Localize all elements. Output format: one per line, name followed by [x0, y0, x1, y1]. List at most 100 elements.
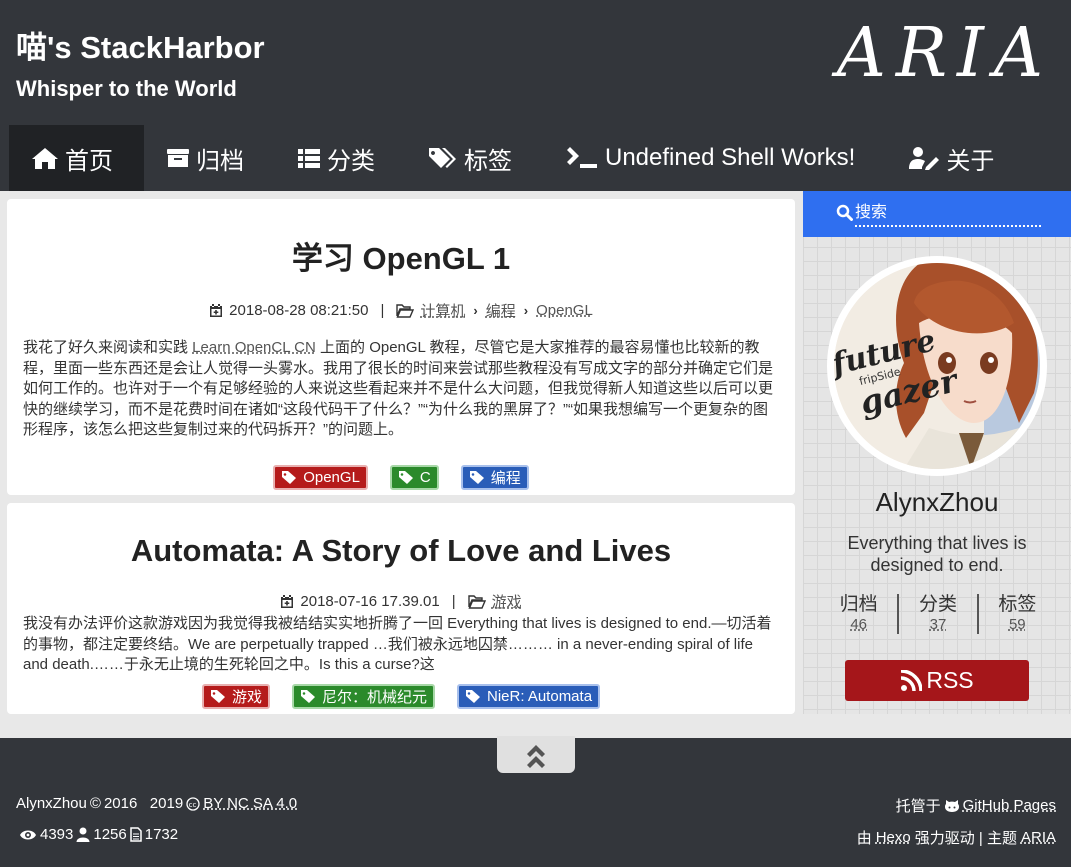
tag-icon	[398, 470, 413, 484]
back-to-top-button[interactable]	[497, 736, 575, 773]
author-name: AlynxZhou	[875, 487, 999, 517]
nav-item-about[interactable]: 关于	[886, 125, 1025, 191]
tags-icon	[429, 148, 456, 168]
rss-button[interactable]: RSS	[845, 660, 1029, 701]
post-tags: OpenGL C 编程	[7, 464, 795, 490]
post-meta: 2018-07-16 17.39.01 | 游戏	[7, 591, 795, 612]
file-icon	[130, 827, 142, 842]
post-card: 学习 OpenGL 1 2018-08-28 08:21:50 | 计算机 › …	[7, 199, 795, 495]
posts-count: 1732	[144, 826, 179, 843]
post-card: Automata: A Story of Love and Lives 2018…	[7, 503, 795, 714]
nav-item-label: 归档	[196, 147, 244, 175]
category-link[interactable]: OpenGL	[536, 302, 593, 319]
nav-item-label: 首页	[65, 147, 113, 175]
avatar-illustration: future gazer fripSide	[834, 263, 1040, 469]
tag-badge[interactable]: C	[389, 464, 439, 490]
tag-badge[interactable]: OpenGL	[273, 464, 368, 490]
tag-label: NieR: Automata	[486, 687, 593, 705]
folder-open-icon	[396, 303, 415, 318]
post-date: 2018-08-28 08:21:50	[229, 302, 369, 319]
user-edit-icon	[909, 147, 940, 170]
stat-categories[interactable]: 分类 37	[899, 594, 979, 634]
nav-item-label: Undefined Shell Works!	[605, 144, 856, 171]
copyright-icon: ©	[89, 795, 101, 812]
tag-label: 编程	[490, 469, 521, 487]
eye-icon	[20, 830, 36, 839]
site-header: 喵's StackHarbor Whisper to the World ARI…	[0, 0, 1071, 125]
search-input[interactable]	[855, 201, 1041, 227]
folder-open-icon	[467, 594, 486, 609]
tag-icon	[282, 470, 297, 484]
list-icon	[298, 149, 320, 168]
post-excerpt: 我没有办法评价这款游戏因为我觉得我被结结实实地折腾了一回 Everything …	[23, 615, 772, 673]
main-nav: 首页 归档 分类 标签 Undefined Shell Works! 关于	[0, 125, 1071, 191]
site-subtitle: Whisper to the World	[16, 76, 237, 101]
excerpt-link[interactable]: Learn OpenCL CN	[192, 339, 316, 356]
tag-icon	[469, 470, 484, 484]
nav-item-archive[interactable]: 归档	[144, 125, 275, 191]
stat-count: 59	[1008, 616, 1026, 633]
theme-link[interactable]: ARIA	[1021, 829, 1056, 846]
stat-label: 归档	[839, 594, 878, 615]
category-link[interactable]: 编程	[486, 300, 516, 321]
chevron-right-icon: ›	[523, 303, 529, 318]
chevron-right-icon: ›	[473, 303, 478, 318]
hosted-line: 托管于 GitHub Pages	[896, 795, 1056, 816]
post-meta: 2018-08-28 08:21:50 | 计算机 › 编程 › OpenGL	[7, 300, 795, 321]
github-pages-link[interactable]: GitHub Pages	[963, 797, 1056, 814]
tag-icon	[210, 689, 225, 703]
post-list: 学习 OpenGL 1 2018-08-28 08:21:50 | 计算机 › …	[0, 191, 803, 714]
site-title[interactable]: 喵's StackHarbor	[16, 22, 265, 67]
nav-item-home[interactable]: 首页	[9, 125, 144, 191]
tag-label: 游戏	[231, 688, 262, 706]
search-icon	[836, 204, 853, 221]
post-excerpt: 我花了好久来阅读和实践 Learn OpenCL CN 上面的 OpenGL 教…	[23, 338, 779, 441]
home-icon	[32, 148, 58, 169]
post-title[interactable]: Automata: A Story of Love and Lives	[7, 533, 795, 569]
calendar-plus-icon	[210, 304, 223, 317]
tag-label: OpenGL	[303, 468, 360, 486]
github-icon	[944, 799, 959, 812]
nav-item-categories[interactable]: 分类	[275, 125, 406, 191]
hosted-prefix: 托管于	[895, 798, 941, 815]
hexo-link[interactable]: Hexo	[876, 829, 911, 846]
excerpt-text: 我花了好久来阅读和实践	[23, 339, 193, 356]
tag-label: C	[419, 468, 431, 486]
svg-text:cc: cc	[189, 801, 197, 809]
stat-count: 37	[929, 616, 947, 633]
nav-item-shell-works[interactable]: Undefined Shell Works!	[543, 125, 886, 191]
post-title[interactable]: 学习 OpenGL 1	[7, 233, 795, 278]
nav-item-label: 标签	[464, 147, 512, 175]
cc-icon: cc	[186, 796, 200, 811]
nav-item-label: 关于	[946, 147, 995, 175]
visit-stats: 4393 1256 1732	[19, 826, 178, 843]
author-description: Everything that lives is designed to end…	[847, 533, 1027, 575]
category-link[interactable]: 游戏	[492, 591, 522, 612]
stat-label: 标签	[998, 594, 1037, 615]
user-icon	[76, 827, 90, 842]
double-chevron-up-icon	[527, 744, 545, 768]
theme-logo: ARIA	[836, 14, 1053, 93]
tag-badge[interactable]: 游戏	[201, 683, 270, 709]
powered-line: 由 Hexo 强力驱动 | 主题 ARIA	[857, 827, 1056, 848]
terminal-icon	[567, 147, 597, 168]
powered-mid: 强力驱动 | 主题	[914, 830, 1017, 847]
rss-icon	[901, 669, 923, 691]
page-gap	[0, 714, 1071, 738]
meta-separator: |	[380, 302, 385, 319]
stat-archives[interactable]: 归档 46	[820, 594, 900, 634]
tag-badge[interactable]: 尼尔：机械纪元	[291, 683, 435, 709]
nav-item-tags[interactable]: 标签	[406, 125, 543, 191]
license-link[interactable]: BY NC SA 4.0	[203, 795, 297, 812]
post-date: 2018-07-16 17.39.01	[300, 593, 440, 610]
category-link[interactable]: 计算机	[420, 300, 465, 321]
stat-label: 分类	[918, 594, 957, 615]
footer-years: 2016 2019	[103, 795, 184, 812]
tag-label: 尼尔：机械纪元	[321, 688, 427, 706]
tag-badge[interactable]: NieR: Automata	[456, 683, 601, 709]
tag-badge[interactable]: 编程	[460, 464, 529, 490]
stat-count: 46	[850, 616, 867, 633]
nav-item-label: 分类	[327, 147, 375, 175]
search-bar	[803, 191, 1071, 237]
stat-tags[interactable]: 标签 59	[979, 594, 1056, 634]
